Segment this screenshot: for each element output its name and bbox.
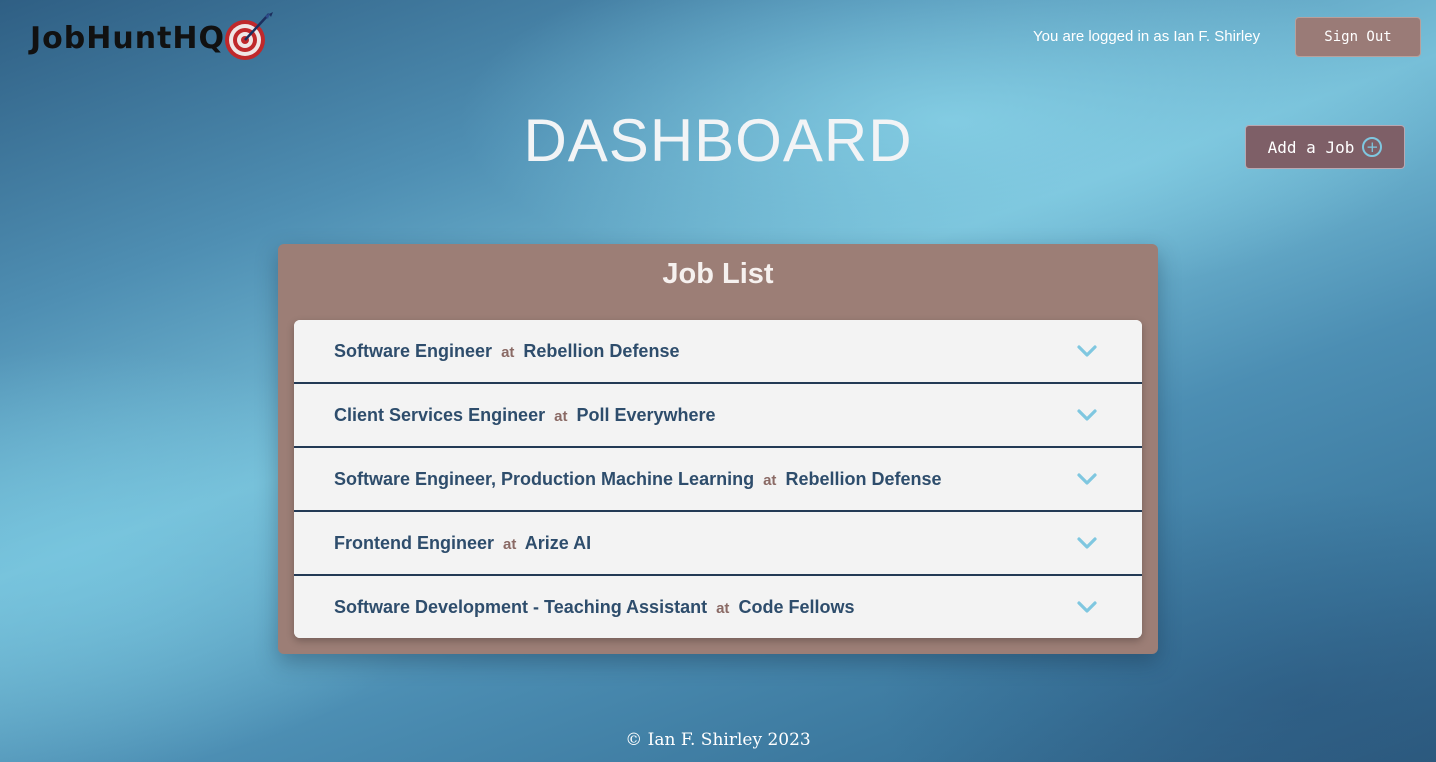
add-job-button[interactable]: Add a Job + (1245, 125, 1405, 169)
chevron-down-icon[interactable] (1076, 408, 1098, 422)
chevron-down-icon[interactable] (1076, 344, 1098, 358)
job-connector: at (503, 535, 517, 553)
job-item-text: Software Engineer, Production Machine Le… (334, 469, 1076, 490)
add-job-label: Add a Job (1267, 137, 1355, 157)
logo[interactable]: JobHuntHQ (30, 10, 275, 66)
job-connector: at (763, 471, 777, 489)
target-logo-icon (225, 12, 274, 60)
job-item[interactable]: Software Engineer at Rebellion Defense (294, 320, 1142, 384)
page-title: DASHBOARD (523, 107, 913, 174)
job-item-text: Client Services Engineer at Poll Everywh… (334, 405, 1076, 426)
plus-circle-icon: + (1362, 137, 1383, 157)
job-item-text: Frontend Engineer at Arize AI (334, 533, 1076, 554)
job-connector: at (716, 599, 730, 617)
job-company: Poll Everywhere (576, 404, 716, 425)
job-item[interactable]: Software Development - Teaching Assistan… (294, 576, 1142, 638)
job-list-title: Job List (662, 258, 774, 290)
footer-copyright: © Ian F. Shirley 2023 (625, 730, 811, 750)
job-list-panel: Job List Software Engineer at Rebellion … (278, 244, 1158, 654)
job-item-text: Software Engineer at Rebellion Defense (334, 341, 1076, 362)
job-company: Rebellion Defense (523, 340, 680, 361)
job-role: Client Services Engineer (334, 404, 546, 425)
job-company: Code Fellows (738, 596, 855, 617)
job-role: Software Development - Teaching Assistan… (334, 596, 708, 617)
job-item[interactable]: Frontend Engineer at Arize AI (294, 512, 1142, 576)
job-company: Rebellion Defense (785, 468, 942, 489)
job-item[interactable]: Software Engineer, Production Machine Le… (294, 448, 1142, 512)
logo-text: JobHuntHQ (30, 20, 226, 56)
job-role: Software Engineer, Production Machine Le… (334, 468, 755, 489)
job-list: Software Engineer at Rebellion Defense C… (294, 320, 1142, 638)
job-role: Software Engineer (334, 340, 493, 361)
chevron-down-icon[interactable] (1076, 600, 1098, 614)
sign-out-button[interactable]: Sign Out (1295, 17, 1421, 57)
job-item[interactable]: Client Services Engineer at Poll Everywh… (294, 384, 1142, 448)
logged-in-status: You are logged in as Ian F. Shirley (1033, 28, 1261, 45)
job-connector: at (501, 343, 515, 361)
job-company: Arize AI (524, 532, 592, 553)
job-connector: at (554, 407, 568, 425)
chevron-down-icon[interactable] (1076, 472, 1098, 486)
job-role: Frontend Engineer (334, 532, 495, 553)
job-item-text: Software Development - Teaching Assistan… (334, 597, 1076, 618)
chevron-down-icon[interactable] (1076, 536, 1098, 550)
